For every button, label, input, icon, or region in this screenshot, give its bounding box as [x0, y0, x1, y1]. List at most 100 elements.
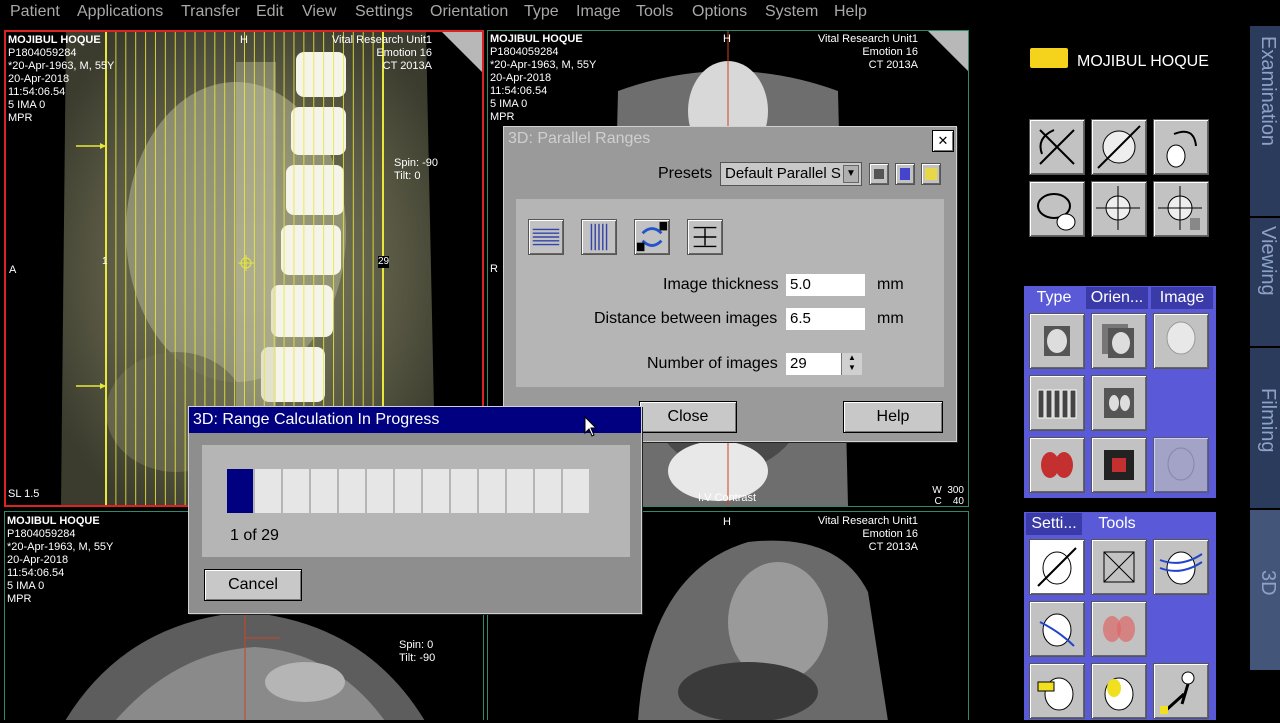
type-head-outline-button[interactable] [1153, 437, 1209, 493]
mouse-cursor-icon [584, 416, 598, 437]
progress-segment [255, 469, 283, 513]
rotate-head-button[interactable] [1091, 119, 1147, 175]
study-date: 20-Apr-2018 [7, 554, 69, 566]
menu-applications[interactable]: Applications [77, 3, 163, 21]
horizontal-ranges-button[interactable] [528, 219, 564, 255]
tool-measure-button[interactable] [1153, 663, 1209, 719]
type-vrt-button[interactable] [1153, 313, 1209, 369]
menu-transfer[interactable]: Transfer [181, 3, 240, 21]
menu-type[interactable]: Type [524, 3, 559, 21]
organ-outline-icon [1103, 616, 1135, 642]
presets-label: Presets [658, 165, 713, 182]
orientation-left: R [490, 263, 498, 275]
help-button[interactable]: Help [843, 401, 943, 433]
cancel-button[interactable]: Cancel [204, 569, 302, 601]
move-head-button[interactable] [1091, 181, 1147, 237]
number-stepper[interactable]: 29 ▲ ▼ [786, 353, 862, 375]
tab-3d[interactable]: 3D [1250, 510, 1280, 670]
tab-image[interactable]: Image [1151, 287, 1213, 309]
menu-tools[interactable]: Tools [636, 3, 673, 21]
reverse-order-button[interactable] [634, 219, 670, 255]
tilt-value: Tilt: -90 [399, 652, 436, 664]
contrast-label: I.V Contrast [698, 492, 757, 504]
tool-curves-button[interactable] [1153, 539, 1209, 595]
close-button[interactable]: Close [639, 401, 737, 433]
spin-value: Spin: 0 [399, 639, 434, 651]
type-ssd-button[interactable] [1029, 437, 1085, 493]
slab-stack-icon [1037, 389, 1077, 419]
study-time: 11:54:06.54 [7, 567, 65, 579]
close-x-button[interactable]: ✕ [932, 130, 954, 152]
distance-mode-button[interactable] [687, 219, 723, 255]
tab-orientation[interactable]: Orien... [1086, 287, 1148, 309]
distance-input[interactable]: 6.5 [786, 308, 865, 330]
thickness-input[interactable]: 5.0 [786, 274, 865, 296]
preset-options-button[interactable] [895, 163, 915, 185]
horizontal-lines-icon [532, 228, 560, 246]
menu-system[interactable]: System [765, 3, 818, 21]
tab-settings[interactable]: Setti... [1026, 513, 1082, 535]
tab-filming[interactable]: Filming [1250, 348, 1280, 508]
menu-orientation[interactable]: Orientation [430, 3, 508, 21]
orientation-top: H [723, 516, 731, 528]
menu-image[interactable]: Image [576, 3, 620, 21]
orientation-left: A [9, 264, 17, 276]
hospital-name: Vital Research Unit1 [331, 34, 432, 46]
scanner-name: Emotion 16 [862, 46, 918, 58]
mode-label: MPR [7, 593, 32, 605]
menu-settings[interactable]: Settings [355, 3, 413, 21]
type-slab-button[interactable] [1029, 375, 1085, 431]
rotate-free-button[interactable] [1153, 119, 1209, 175]
pan-3d-button[interactable] [1029, 181, 1085, 237]
progress-segment [423, 469, 451, 513]
tool-crop-button[interactable] [1091, 539, 1147, 595]
folder-icon [1030, 48, 1068, 68]
progress-title: 3D: Range Calculation In Progress [193, 411, 440, 428]
tool-cut-button[interactable] [1029, 539, 1085, 595]
crop-box-icon [1103, 551, 1135, 583]
type-volume-button[interactable] [1091, 437, 1147, 493]
patient-dob: *20-Apr-1963, M, 55Y [490, 59, 597, 71]
menu-help[interactable]: Help [834, 3, 867, 21]
type-curved-button[interactable] [1091, 375, 1147, 431]
study-date: 20-Apr-2018 [490, 72, 552, 84]
tab-viewing[interactable]: Viewing [1250, 218, 1280, 346]
tool-label-button[interactable] [1029, 663, 1085, 719]
organ-red-icon [1041, 452, 1073, 478]
progress-titlebar[interactable]: 3D: Range Calculation In Progress [189, 407, 641, 433]
menu-patient[interactable]: Patient [10, 3, 60, 21]
wand-icon [900, 168, 910, 180]
menu-options[interactable]: Options [692, 3, 747, 21]
progress-segment [451, 469, 479, 513]
patient-name: MOJIBUL HOQUE [7, 515, 100, 527]
study-time: 11:54:06.54 [8, 86, 66, 98]
tab-tools[interactable]: Tools [1086, 513, 1148, 535]
right-panel: MOJIBUL HOQUE Type Orien... Image Setti.… [970, 26, 1250, 720]
vertical-ranges-button[interactable] [581, 219, 617, 255]
tab-examination[interactable]: Examination [1250, 26, 1280, 216]
progress-segment [367, 469, 395, 513]
skull-icon [1166, 321, 1196, 355]
type-mpr-button[interactable] [1029, 313, 1085, 369]
save-preset-button[interactable] [869, 163, 889, 185]
hospital-name: Vital Research Unit1 [817, 33, 918, 45]
kidney-slice-icon [1104, 388, 1134, 418]
patient-dob: *20-Apr-1963, M, 55Y [7, 541, 114, 553]
menu-edit[interactable]: Edit [256, 3, 284, 21]
tool-highlight-button[interactable] [1091, 663, 1147, 719]
tab-3d-label: 3D [1257, 570, 1279, 596]
parallel-ranges-titlebar[interactable]: 3D: Parallel Ranges [504, 127, 956, 151]
hospital-name: Vital Research Unit1 [817, 515, 918, 527]
tool-organ-button[interactable] [1091, 601, 1147, 657]
move-head-alt-button[interactable] [1153, 181, 1209, 237]
presets-dropdown[interactable]: Default Parallel S ▼ [720, 162, 862, 186]
tab-type[interactable]: Type [1026, 287, 1082, 309]
preset-help-button[interactable] [921, 163, 941, 185]
rotate-axes-button[interactable] [1029, 119, 1085, 175]
center-label: C [934, 496, 942, 507]
type-mip-button[interactable] [1091, 313, 1147, 369]
number-value: 29 [790, 355, 807, 372]
tool-curve-cut-button[interactable] [1029, 601, 1085, 657]
menu-view[interactable]: View [302, 3, 336, 21]
ct-version: CT 2013A [868, 59, 918, 71]
